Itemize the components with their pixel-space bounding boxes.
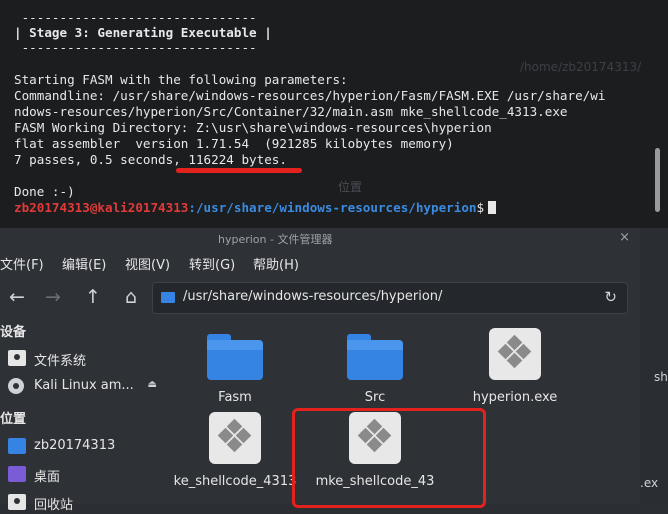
red-highlight-annotation [292, 408, 486, 508]
toolbar: ← → ↑ ⌂ /usr/share/windows-resources/hyp… [0, 280, 640, 316]
file-label: hyperion.exe [472, 390, 558, 405]
terminal-prompt[interactable]: zb20174313@kali20174313:/usr/share/windo… [14, 200, 497, 216]
eject-icon[interactable]: ⏏ [148, 379, 157, 390]
menu-view[interactable]: 视图(V) [125, 254, 170, 273]
sidebar-item-desktop[interactable]: 桌面 [8, 464, 163, 486]
file-item-ke-shellcode[interactable]: ke_shellcode_4313 [165, 412, 305, 502]
terminal-line: Starting FASM with the following paramet… [14, 72, 348, 87]
menu-go[interactable]: 转到(G) [189, 254, 235, 273]
terminal-line: 7 passes, 0.5 seconds, 116224 bytes. [14, 152, 287, 167]
terminal-window[interactable]: ------------------------------- | Stage … [0, 0, 668, 228]
sidebar-item-home[interactable]: zb20174313 [8, 436, 163, 458]
file-item-src[interactable]: Src [305, 328, 445, 412]
terminal-line: ndows-resources/hyperion/Src/Container/3… [14, 104, 568, 119]
folder-icon [161, 292, 175, 303]
file-manager-scrollbar[interactable] [628, 228, 632, 504]
sidebar-item-trash[interactable]: 回收站 [8, 492, 163, 514]
disc-icon [8, 378, 24, 394]
terminal-line: FASM Working Directory: Z:\usr\share\win… [14, 120, 492, 135]
location-path[interactable]: /usr/share/windows-resources/hyperion/ [183, 289, 442, 304]
folder-icon [8, 438, 26, 454]
sidebar: 设备 文件系统 Kali Linux am... ⏏ 位置 zb20174313… [0, 316, 165, 513]
background-text: sh [654, 370, 668, 384]
file-label: ke_shellcode_4313 [173, 474, 297, 489]
red-underline-annotation [176, 168, 302, 173]
prompt-path: :/usr/share/windows-resources/hyperion [188, 200, 477, 215]
sidebar-item-label: 文件系统 [34, 354, 87, 369]
back-arrow-icon[interactable]: ← [4, 284, 30, 310]
file-label: Src [364, 390, 386, 405]
background-faint-path: /home/zb20174313/ [520, 60, 642, 74]
sidebar-item-label: zb20174313 [34, 438, 116, 453]
background-window: sh .ex [640, 228, 668, 504]
executable-icon [489, 328, 541, 380]
prompt-user: zb20174313@kali20174313 [14, 200, 189, 215]
background-text: .ex [640, 476, 659, 490]
background-faint-label: 位置 [338, 180, 363, 194]
desktop-icon [8, 466, 26, 482]
terminal-line: flat assembler version 1.71.54 (921285 k… [14, 136, 454, 151]
terminal-line: ------------------------------- [14, 10, 257, 25]
folder-icon [207, 334, 263, 380]
home-icon[interactable]: ⌂ [118, 284, 144, 310]
location-bar[interactable]: /usr/share/windows-resources/hyperion/ ↻ [152, 282, 628, 314]
prompt-symbol: $ [476, 200, 485, 215]
up-arrow-icon[interactable]: ↑ [80, 284, 106, 310]
title-bar[interactable]: hyperion - 文件管理器 × [0, 228, 640, 250]
trash-icon [8, 494, 26, 510]
drive-icon [8, 350, 26, 366]
window-title: hyperion - 文件管理器 [218, 233, 333, 246]
terminal-line: ------------------------------- [14, 40, 257, 55]
forward-arrow-icon[interactable]: → [40, 284, 66, 310]
terminal-scrollbar[interactable] [655, 148, 660, 212]
sidebar-header-devices: 设备 [0, 325, 27, 340]
menu-help[interactable]: 帮助(H) [253, 254, 299, 273]
cursor [488, 201, 497, 214]
terminal-line: | Stage 3: Generating Executable | [14, 25, 272, 40]
sidebar-item-kali-disc[interactable]: Kali Linux am... ⏏ [8, 376, 163, 398]
sidebar-item-filesystem[interactable]: 文件系统 [8, 348, 163, 370]
file-item-hyperion-exe[interactable]: hyperion.exe [445, 328, 585, 412]
menu-bar: 文件(F) 编辑(E) 视图(V) 转到(G) 帮助(H) [0, 252, 640, 276]
folder-icon [347, 334, 403, 380]
sidebar-item-label: Kali Linux am... [34, 378, 134, 393]
terminal-line: Done :-) [14, 184, 75, 199]
terminal-line: Commandline: /usr/share/windows-resource… [14, 88, 606, 103]
menu-file[interactable]: 文件(F) [0, 254, 44, 273]
executable-icon [209, 412, 261, 464]
file-item-fasm[interactable]: Fasm [165, 328, 305, 412]
sidebar-item-label: 桌面 [34, 470, 61, 485]
menu-edit[interactable]: 编辑(E) [62, 254, 106, 273]
file-label: Fasm [218, 390, 252, 405]
reload-icon[interactable]: ↻ [604, 288, 617, 306]
sidebar-header-places: 位置 [0, 412, 27, 427]
